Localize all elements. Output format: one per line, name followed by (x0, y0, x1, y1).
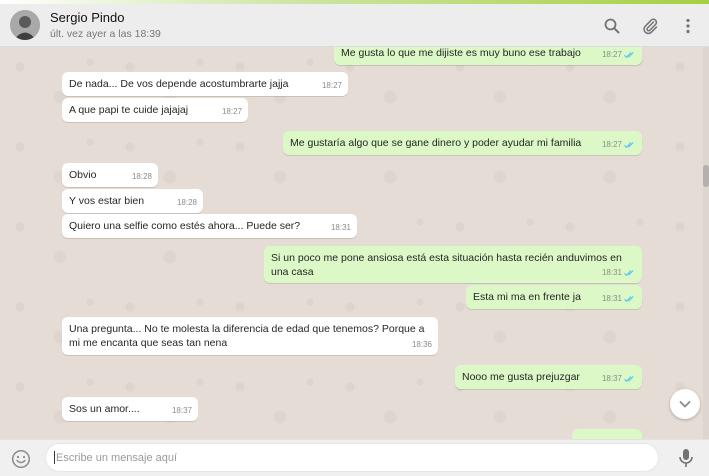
message-incoming: Sos un amor.... 18:37 (62, 397, 198, 421)
message-text: Esta mi ma en frente ja (473, 291, 581, 303)
message-text: Obvio (69, 169, 97, 181)
message-time: 18:36 (411, 340, 432, 349)
contact-name: Sergio Pindo (50, 10, 125, 25)
message-time: 18:31 (330, 223, 351, 232)
microphone-icon[interactable] (677, 448, 695, 468)
menu-icon[interactable] (679, 17, 697, 35)
message-incoming: Quiero una selfie como estés ahora... Pu… (62, 214, 357, 238)
message-time: 18:37 (171, 406, 192, 415)
read-ticks-icon (624, 376, 634, 383)
message-time: 18:31 (601, 294, 622, 303)
chevron-down-icon (679, 401, 691, 408)
search-icon[interactable] (603, 17, 621, 35)
message-text: Me gusta lo que me dijiste es muy buno e… (341, 47, 581, 59)
message-time: 18:37 (601, 374, 622, 383)
message-time: 18:27 (601, 140, 622, 149)
message-time: 18:28 (176, 198, 197, 207)
read-ticks-icon (624, 296, 634, 303)
contact-info[interactable]: Sergio Pindo últ. vez ayer a las 18:39 (50, 10, 161, 40)
avatar[interactable] (10, 10, 40, 40)
message-composer (0, 439, 709, 476)
message-text: Si un poco me pone ansiosa está esta sit… (271, 252, 622, 278)
message-incoming: Obvio 18:28 (62, 163, 158, 187)
message-text: Me gustaría algo que se gane dinero y po… (290, 137, 582, 149)
message-text: Sos un amor.... (69, 403, 140, 415)
message-time: 18:28 (131, 172, 152, 181)
read-ticks-icon (624, 52, 634, 59)
message-text: Y vos estar bien (69, 195, 145, 207)
message-text: A que papi te cuide jajajaj (69, 104, 189, 116)
message-time: 18:27 (221, 107, 242, 116)
message-outgoing: Nooo me gusta prejuzgar 18:37 (455, 365, 642, 389)
message-text: De nada... De vos depende acostumbrarte … (69, 78, 289, 90)
text-caret (54, 451, 55, 464)
emoji-icon[interactable] (11, 449, 31, 469)
message-incoming: De nada... De vos depende acostumbrarte … (62, 72, 348, 96)
message-time: 18:27 (601, 50, 622, 59)
message-input[interactable] (45, 443, 659, 472)
message-incoming: Y vos estar bien 18:28 (62, 189, 203, 213)
message-outgoing: Me gustaría algo que se gane dinero y po… (283, 131, 642, 155)
chat-header: Sergio Pindo últ. vez ayer a las 18:39 (0, 4, 709, 47)
message-time: 18:27 (321, 81, 342, 90)
message-text: Una pregunta... No te molesta la diferen… (69, 323, 425, 349)
attach-icon[interactable] (641, 17, 659, 35)
message-outgoing: Me gusta lo que me dijiste es muy buno e… (334, 47, 642, 65)
message-outgoing: Esta mi ma en frente ja 18:31 (466, 285, 642, 309)
message-outgoing-partial (572, 429, 642, 439)
message-incoming: Una pregunta... No te molesta la diferen… (62, 317, 438, 355)
message-incoming: A que papi te cuide jajajaj 18:27 (62, 98, 248, 122)
message-outgoing: Si un poco me pone ansiosa está esta sit… (264, 246, 642, 283)
message-time: 18:31 (601, 268, 622, 277)
scrollbar-thumb[interactable] (703, 165, 709, 187)
message-text: Quiero una selfie como estés ahora... Pu… (69, 220, 301, 232)
message-list[interactable]: Me gusta lo que me dijiste es muy buno e… (0, 47, 703, 439)
read-ticks-icon (624, 270, 634, 277)
message-text: Nooo me gusta prejuzgar (462, 371, 580, 383)
chat-scrollbar[interactable] (703, 47, 709, 439)
read-ticks-icon (624, 142, 634, 149)
scroll-to-bottom-button[interactable] (670, 389, 700, 419)
contact-last-seen: últ. vez ayer a las 18:39 (50, 28, 161, 40)
